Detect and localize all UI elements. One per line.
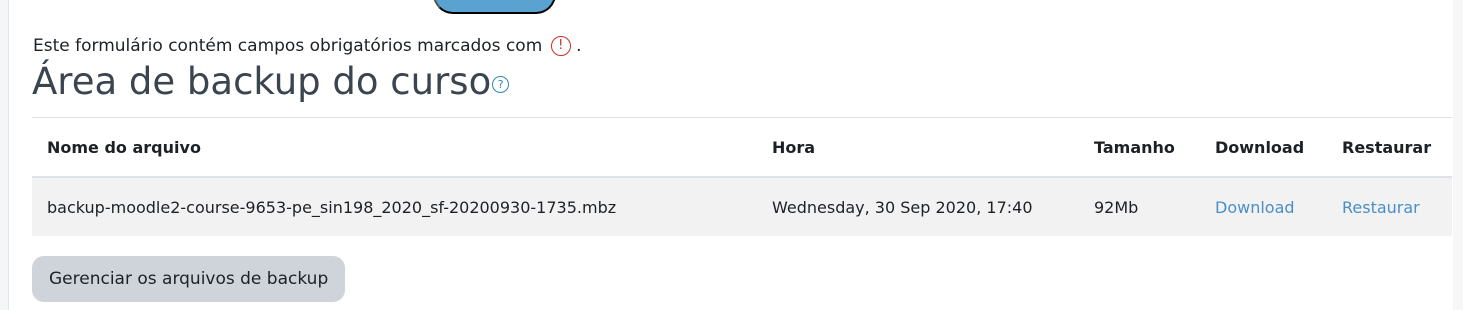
column-header-time: Hora [757,117,1079,178]
backup-files-table: Nome do arquivo Hora Tamanho Download Re… [32,117,1452,236]
table-header-row: Nome do arquivo Hora Tamanho Download Re… [32,117,1452,178]
right-border [1453,0,1463,310]
column-header-size: Tamanho [1079,117,1200,178]
top-partial-button[interactable] [433,0,556,14]
cell-download: Download [1200,177,1327,236]
table-row: backup-moodle2-course-9653-pe_sin198_202… [32,177,1452,236]
manage-backup-files-button[interactable]: Gerenciar os arquivos de backup [32,256,346,302]
page-title-text: Área de backup do curso [32,60,492,103]
column-header-filename: Nome do arquivo [32,117,757,178]
column-header-download: Download [1200,117,1327,178]
question-circle-icon[interactable]: ? [492,76,510,93]
required-note-text: Este formulário contém campos obrigatóri… [33,36,543,56]
page-title: Área de backup do curso? [32,60,510,103]
download-link[interactable]: Download [1215,198,1295,217]
restore-link[interactable]: Restaurar [1342,198,1420,217]
left-border [0,0,9,310]
cell-size: 92Mb [1079,177,1200,236]
required-fields-note: Este formulário contém campos obrigatóri… [33,36,581,56]
cell-time: Wednesday, 30 Sep 2020, 17:40 [757,177,1079,236]
cell-filename: backup-moodle2-course-9653-pe_sin198_202… [32,177,757,236]
exclamation-circle-icon: ! [550,36,571,56]
column-header-restore: Restaurar [1327,117,1452,178]
cell-restore: Restaurar [1327,177,1452,236]
required-note-suffix: . [576,36,582,56]
